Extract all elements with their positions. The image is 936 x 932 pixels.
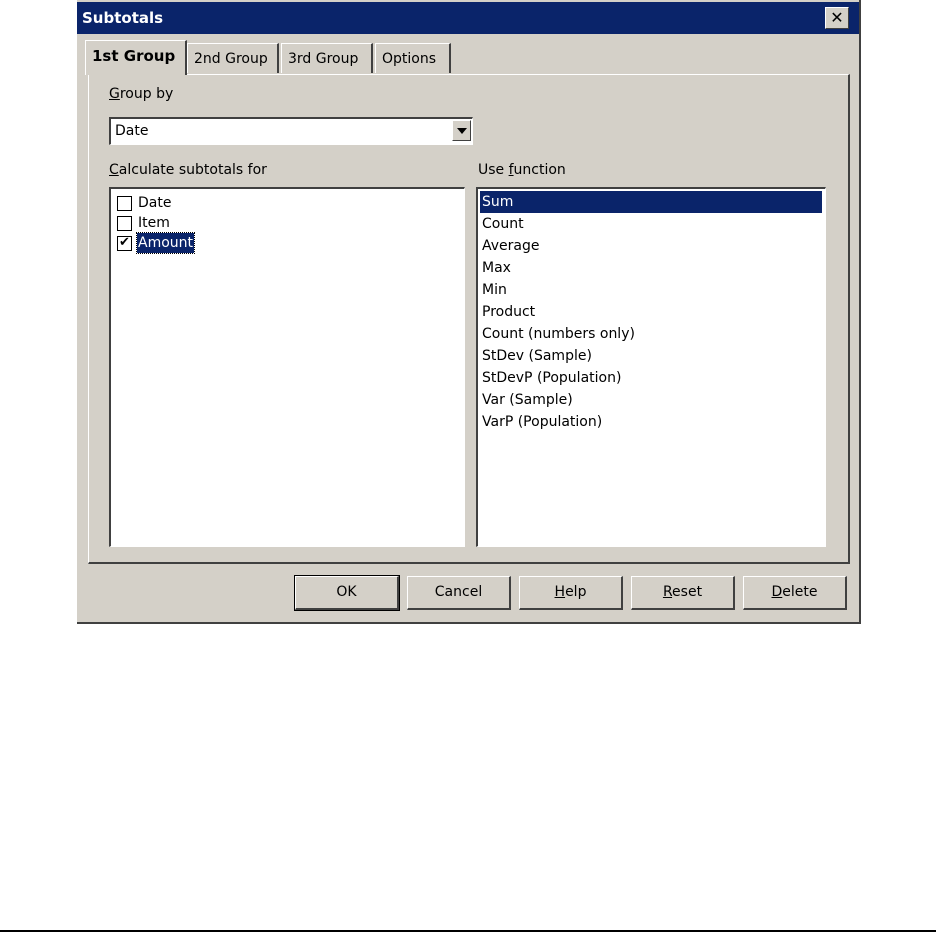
- use-function-label: Use function: [478, 162, 566, 178]
- function-item-product[interactable]: Product: [480, 301, 822, 323]
- function-item-varp-population[interactable]: VarP (Population): [480, 411, 822, 433]
- tab-label: 3rd Group: [288, 51, 359, 67]
- tab-options[interactable]: Options: [375, 43, 451, 73]
- title-bar[interactable]: Subtotals ✕: [77, 2, 859, 34]
- close-button[interactable]: ✕: [825, 7, 849, 29]
- function-item-sum[interactable]: Sum: [480, 191, 822, 213]
- function-item-stdev-sample[interactable]: StDev (Sample): [480, 345, 822, 367]
- chevron-down-icon[interactable]: [452, 120, 471, 141]
- close-icon: ✕: [830, 8, 844, 27]
- tab-1st-group[interactable]: 1st Group: [85, 40, 187, 75]
- group-by-label: Group by: [109, 86, 174, 102]
- tab-3rd-group[interactable]: 3rd Group: [281, 43, 373, 73]
- group-by-value: Date: [115, 123, 149, 139]
- tab-2nd-group[interactable]: 2nd Group: [187, 43, 279, 73]
- check-item-label: Item: [138, 215, 170, 231]
- function-item-max[interactable]: Max: [480, 257, 822, 279]
- tab-label: 1st Group: [92, 47, 176, 65]
- function-item-count[interactable]: Count: [480, 213, 822, 235]
- calculate-subtotals-list[interactable]: Date Item ✔ Amount: [109, 187, 465, 547]
- function-item-count-numbers-only[interactable]: Count (numbers only): [480, 323, 822, 345]
- checkbox-checked-icon[interactable]: ✔: [117, 236, 132, 251]
- checkbox-icon[interactable]: [117, 196, 132, 211]
- tab-label: Options: [382, 51, 437, 67]
- check-item-label: Date: [138, 195, 172, 211]
- cancel-button[interactable]: Cancel: [407, 576, 511, 610]
- check-item-label: Amount: [135, 232, 196, 254]
- function-item-var-sample[interactable]: Var (Sample): [480, 389, 822, 411]
- function-item-min[interactable]: Min: [480, 279, 822, 301]
- use-function-list[interactable]: Sum Count Average Max Min Product Count …: [476, 187, 826, 547]
- checkbox-icon[interactable]: [117, 216, 132, 231]
- ok-button[interactable]: OK: [294, 575, 400, 611]
- function-item-average[interactable]: Average: [480, 235, 822, 257]
- tab-label: 2nd Group: [194, 51, 268, 67]
- subtotals-dialog: Subtotals ✕ 1st Group 2nd Group 3rd Grou…: [77, 0, 861, 624]
- group-by-dropdown[interactable]: Date: [109, 117, 473, 145]
- help-button[interactable]: Help: [519, 576, 623, 610]
- reset-button[interactable]: Reset: [631, 576, 735, 610]
- function-item-stdevp-population[interactable]: StDevP (Population): [480, 367, 822, 389]
- dialog-title: Subtotals: [82, 9, 164, 27]
- calculate-subtotals-label: Calculate subtotals for: [109, 162, 267, 178]
- delete-button[interactable]: Delete: [743, 576, 847, 610]
